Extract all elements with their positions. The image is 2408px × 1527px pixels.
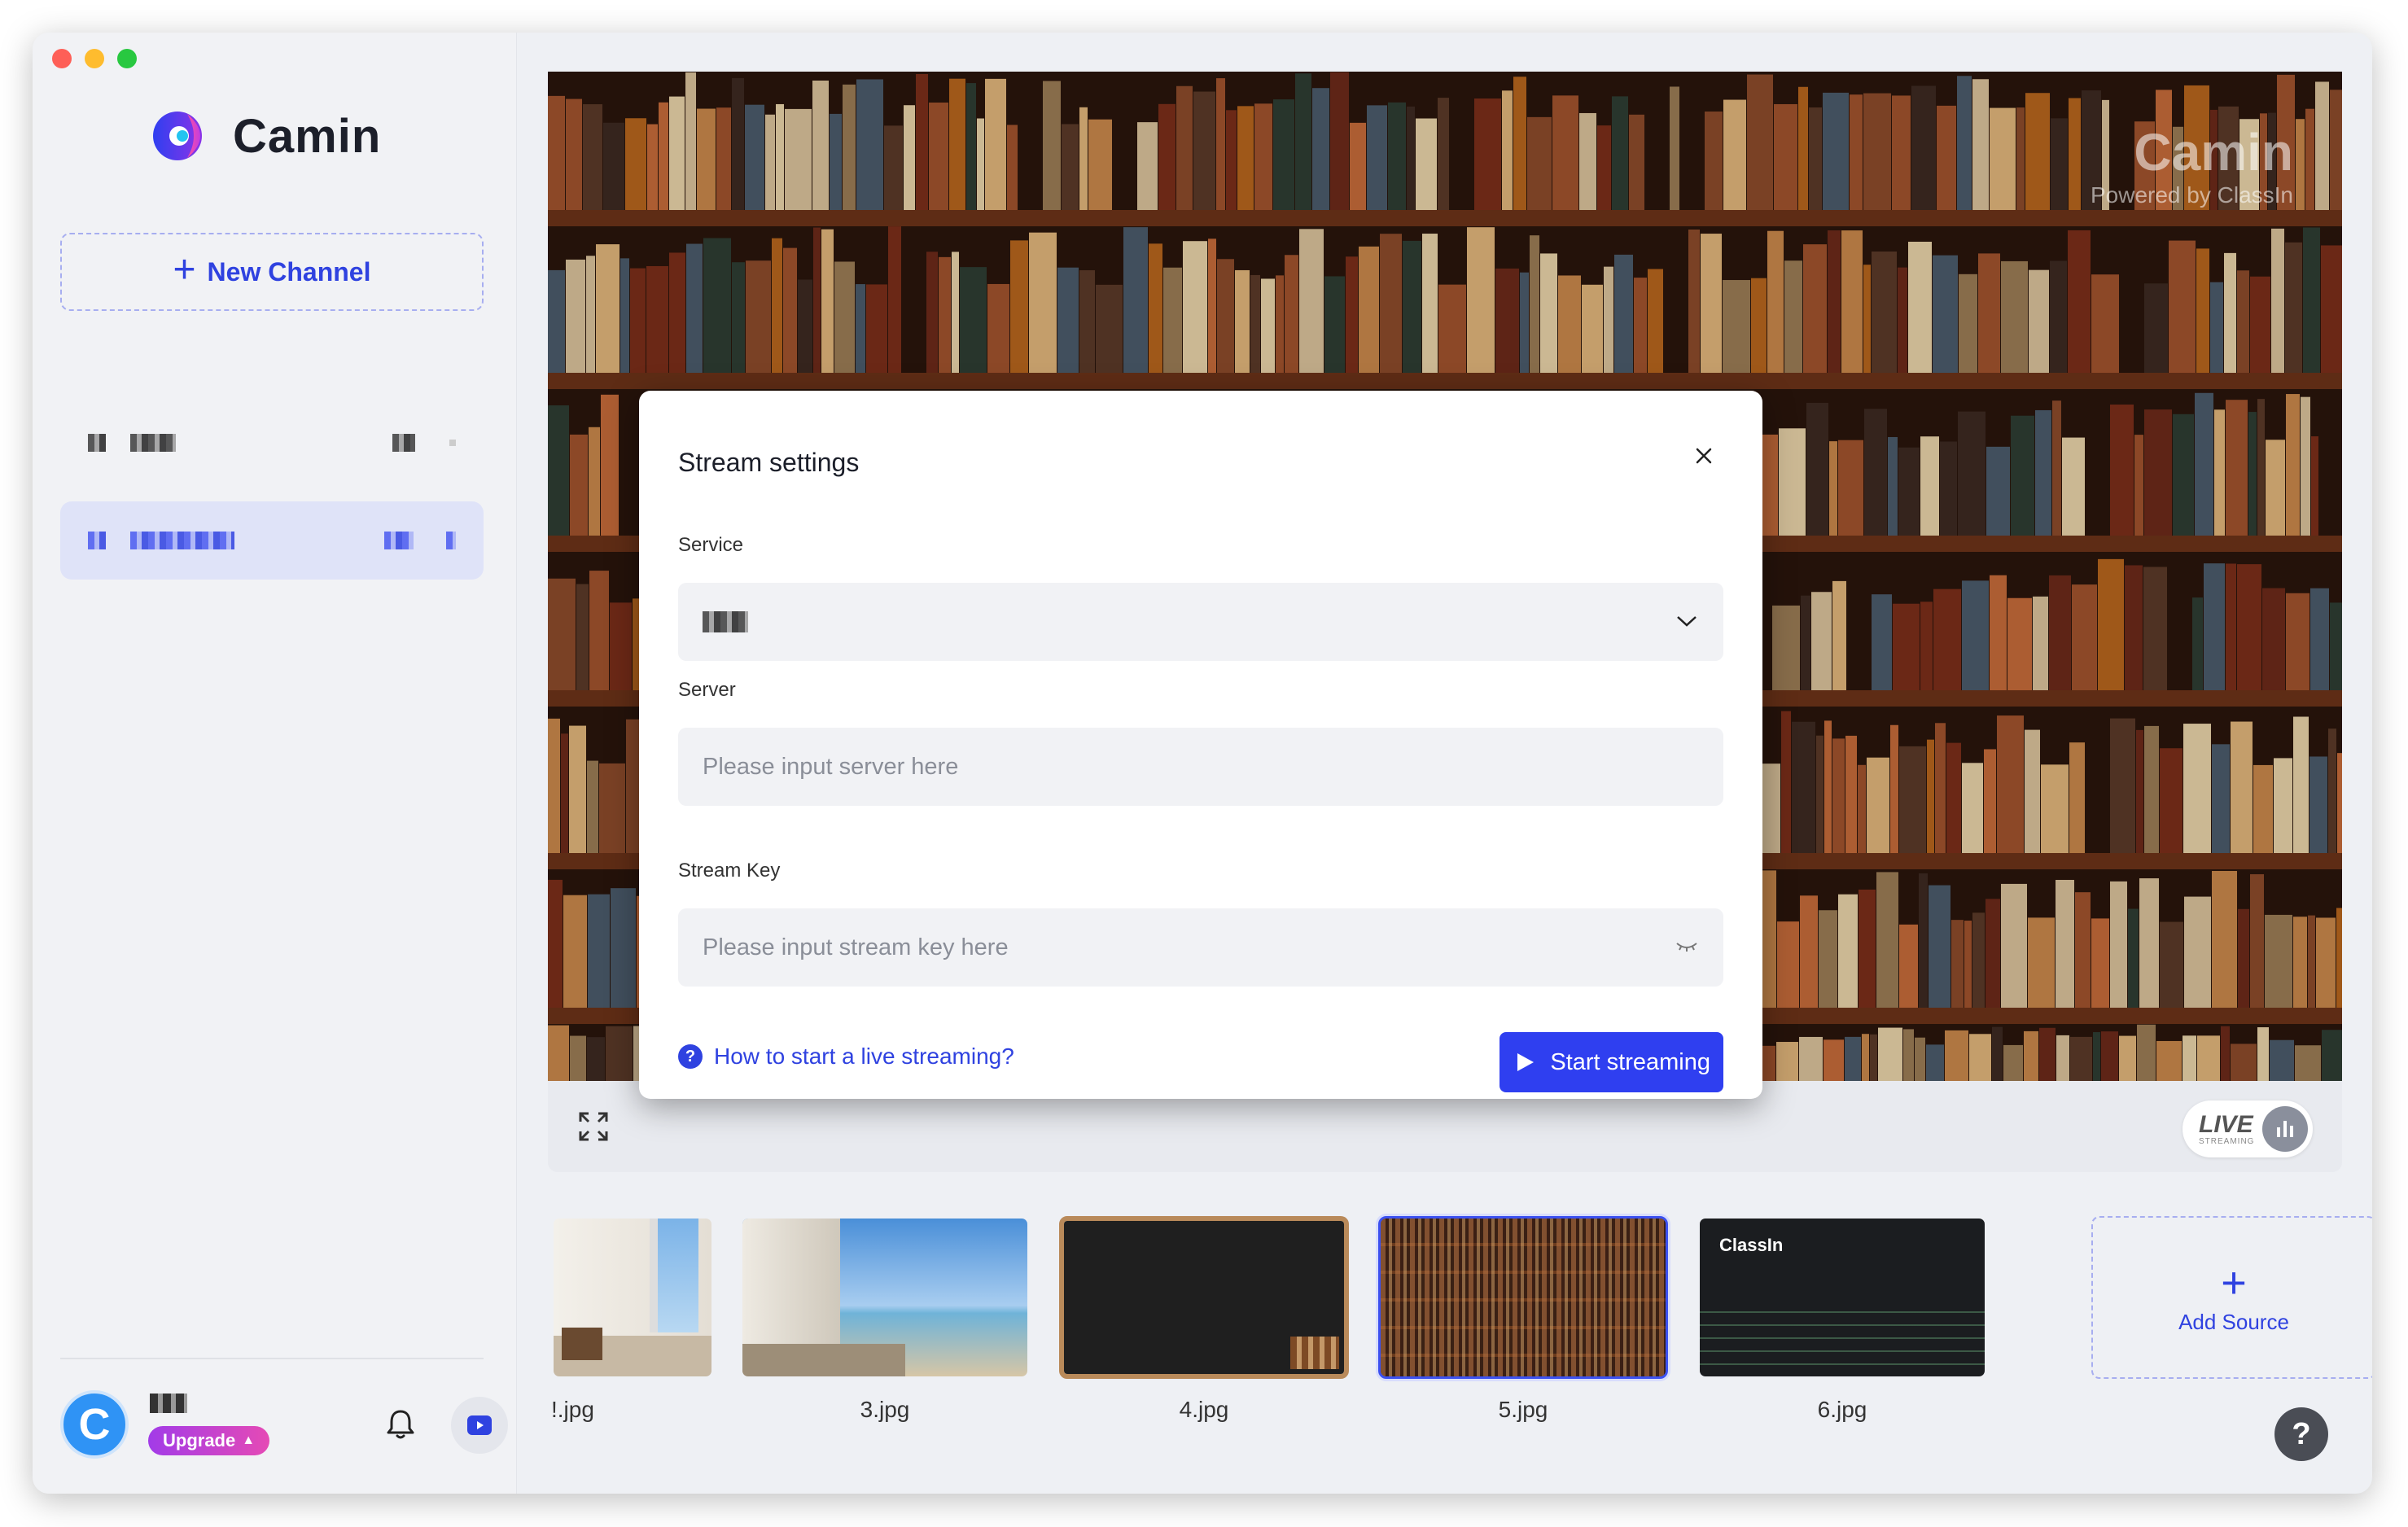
source-label: !.jpg (551, 1397, 594, 1422)
source-thumbnail (740, 1216, 1030, 1379)
live-sublabel: STREAMING (2199, 1136, 2255, 1146)
source-thumbnail (551, 1216, 714, 1379)
sidebar: Camin + New Channel C Upgrade ▲ (33, 33, 517, 1494)
close-icon[interactable] (1689, 441, 1718, 470)
thumb-text: ClassIn (1719, 1235, 1784, 1255)
youtube-icon (467, 1415, 492, 1435)
channel-name (130, 532, 234, 549)
chevron-right-icon[interactable] (446, 532, 456, 549)
channel-status-icon (392, 434, 415, 452)
user-bar: C Upgrade ▲ (60, 1390, 508, 1464)
bell-icon[interactable] (383, 1407, 418, 1442)
source-label: 3.jpg (860, 1397, 910, 1422)
eye-closed-icon[interactable] (1675, 934, 1699, 961)
how-to-stream-link[interactable]: ? How to start a live streaming? (678, 1044, 1014, 1070)
help-link-label: How to start a live streaming? (714, 1044, 1014, 1069)
source-thumbnail (1059, 1216, 1349, 1379)
channel-item[interactable] (60, 404, 484, 482)
channel-icon (88, 434, 106, 452)
window-controls (52, 49, 137, 68)
avatar[interactable]: C (60, 1390, 129, 1459)
question-icon: ? (678, 1044, 703, 1069)
upgrade-label: Upgrade (163, 1430, 236, 1450)
source-label: 6.jpg (1817, 1397, 1867, 1422)
channel-status-icon (384, 532, 414, 549)
server-field[interactable] (678, 728, 1723, 806)
play-icon (1517, 1053, 1535, 1071)
stream-key-label: Stream Key (678, 860, 781, 882)
channel-name (130, 434, 176, 452)
service-label: Service (678, 534, 744, 556)
add-source-label: Add Source (2178, 1309, 2289, 1334)
plus-icon: + (173, 248, 196, 291)
close-window-button[interactable] (52, 49, 72, 68)
stream-settings-dialog: Stream settings Service Server Stream Ke… (639, 391, 1762, 1099)
source-label: 4.jpg (1179, 1397, 1229, 1422)
user-name (150, 1394, 187, 1413)
service-select[interactable] (678, 583, 1723, 661)
dialog-title: Stream settings (678, 448, 860, 477)
server-label: Server (678, 679, 736, 701)
channel-item-active[interactable] (60, 501, 484, 580)
stream-key-input[interactable] (703, 934, 1675, 961)
upgrade-arrow-icon: ▲ (242, 1433, 256, 1447)
new-channel-label: New Channel (207, 256, 371, 287)
app-name: Camin (233, 109, 382, 163)
bar-chart-icon (2262, 1106, 2308, 1152)
selected-service-value (703, 611, 748, 632)
upgrade-button[interactable]: Upgrade ▲ (148, 1426, 270, 1455)
source-item[interactable]: 4.jpg (1059, 1216, 1349, 1423)
source-item[interactable]: ClassIn 6.jpg (1697, 1216, 1987, 1423)
source-thumbnail (1378, 1216, 1668, 1379)
channel-icon (88, 532, 106, 549)
app-window: Camin + New Channel C Upgrade ▲ Camin Po… (33, 33, 2372, 1494)
minimize-window-button[interactable] (85, 49, 104, 68)
add-source-button[interactable]: + Add Source (2091, 1216, 2372, 1379)
fullscreen-icon[interactable] (577, 1110, 610, 1143)
source-item-selected[interactable]: 5.jpg (1378, 1216, 1668, 1423)
live-label: LIVE (2199, 1110, 2253, 1138)
source-item[interactable]: !.jpg (551, 1216, 714, 1423)
plus-icon: + (2221, 1258, 2247, 1307)
sources-strip: !.jpg 3.jpg 4.jpg 5.jpg ClassIn 6.jpg + … (551, 1216, 2372, 1460)
camin-logo-icon (151, 107, 217, 164)
sidebar-divider (60, 1358, 484, 1359)
start-streaming-label: Start streaming (1550, 1048, 1710, 1075)
source-thumbnail: ClassIn (1697, 1216, 1987, 1379)
live-streaming-badge[interactable]: LIVE STREAMING (2183, 1100, 2313, 1157)
app-logo: Camin (151, 107, 381, 164)
source-label: 5.jpg (1498, 1397, 1548, 1422)
server-input[interactable] (703, 753, 1699, 781)
watermark: Camin Powered by ClassIn (2091, 122, 2293, 208)
source-item[interactable]: 3.jpg (740, 1216, 1030, 1423)
watermark-title: Camin (2134, 123, 2293, 182)
zoom-window-button[interactable] (117, 49, 137, 68)
new-channel-button[interactable]: + New Channel (60, 233, 484, 311)
chevron-down-icon (1675, 609, 1699, 636)
help-button[interactable]: ? (2274, 1407, 2328, 1461)
youtube-button[interactable] (451, 1397, 508, 1454)
stream-key-field[interactable] (678, 908, 1723, 987)
watermark-subtitle: Powered by ClassIn (2090, 182, 2293, 208)
start-streaming-button[interactable]: Start streaming (1500, 1032, 1723, 1092)
channel-more-icon[interactable] (449, 440, 456, 446)
